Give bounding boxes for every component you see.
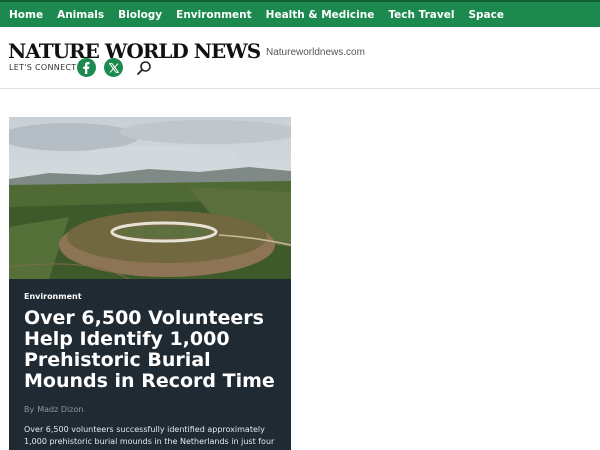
nav-item-biology[interactable]: Biology <box>118 9 162 21</box>
article-byline: By Madz Dizon <box>24 405 282 414</box>
byline-prefix: By <box>24 405 35 414</box>
article-body: Environment Over 6,500 Volunteers Help I… <box>24 292 282 448</box>
facebook-icon[interactable] <box>77 58 96 77</box>
site-header: NATURE WORLD NEWS Natureworldnews.com LE… <box>0 27 600 89</box>
search-icon[interactable] <box>136 60 152 76</box>
nav-item-animals[interactable]: Animals <box>57 9 104 21</box>
site-url[interactable]: Natureworldnews.com <box>266 47 365 58</box>
nav-item-health-medicine[interactable]: Health & Medicine <box>266 9 375 21</box>
featured-article-card[interactable]: Environment Over 6,500 Volunteers Help I… <box>9 117 291 450</box>
nav-item-space[interactable]: Space <box>468 9 504 21</box>
article-summary: Over 6,500 volunteers successfully ident… <box>24 425 275 446</box>
article-author[interactable]: Madz Dizon <box>37 405 83 414</box>
top-navigation: Home Animals Biology Environment Health … <box>0 0 600 27</box>
article-title[interactable]: Over 6,500 Volunteers Help Identify 1,00… <box>24 308 282 392</box>
x-icon[interactable] <box>104 58 123 77</box>
nav-item-home[interactable]: Home <box>9 9 43 21</box>
nav-item-environment[interactable]: Environment <box>176 9 252 21</box>
lets-connect-label: LET'S CONNECT <box>9 63 77 72</box>
nav-item-tech-travel[interactable]: Tech Travel <box>388 9 454 21</box>
site-logo[interactable]: NATURE WORLD NEWS <box>8 39 261 63</box>
article-category[interactable]: Environment <box>24 292 282 301</box>
article-image[interactable] <box>9 117 291 279</box>
